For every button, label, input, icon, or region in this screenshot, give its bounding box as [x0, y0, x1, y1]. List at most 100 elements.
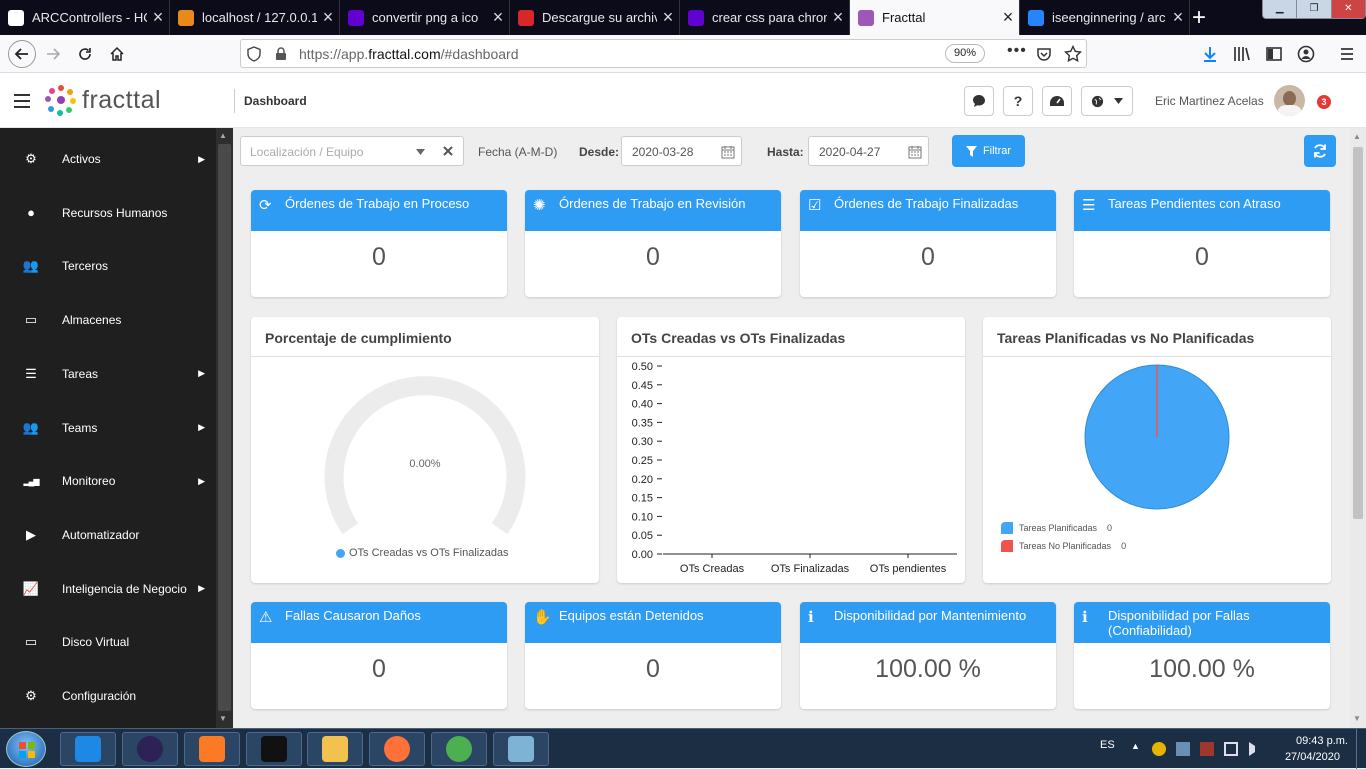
- taskbar-app[interactable]: [122, 732, 178, 766]
- browser-tab[interactable]: ARCControllers - HOME×: [0, 0, 170, 35]
- maximize-icon[interactable]: ❐: [1296, 0, 1330, 18]
- browser-tab[interactable]: iseenginnering / arc ×: [1020, 0, 1190, 35]
- tray-expand-icon[interactable]: ▲: [1131, 741, 1140, 751]
- sidebar-item[interactable]: ● Recursos Humanos: [0, 186, 215, 240]
- browser-tab[interactable]: convertir png a ico ×: [340, 0, 510, 35]
- page-scroll-thumb[interactable]: [1353, 147, 1363, 519]
- browser-tab[interactable]: Descargue su archivo ×: [510, 0, 680, 35]
- hamburger-icon[interactable]: [13, 93, 31, 109]
- taskbar-app[interactable]: [369, 732, 425, 766]
- back-button[interactable]: [8, 40, 36, 68]
- filter-button[interactable]: Filtrar: [952, 135, 1025, 167]
- pie-legend-item[interactable]: Tareas No Planificadas 0: [1001, 537, 1126, 555]
- gauge-legend: OTs Creadas vs OTs Finalizadas: [336, 547, 509, 559]
- taskbar-app[interactable]: [431, 732, 487, 766]
- taskbar-app[interactable]: [184, 732, 240, 766]
- library-icon[interactable]: [1233, 45, 1251, 63]
- clock-date[interactable]: 27/04/2020: [1278, 751, 1340, 763]
- avatar[interactable]: [1274, 85, 1305, 116]
- sidebar-item-label: Disco Virtual: [62, 635, 130, 650]
- pocket-icon[interactable]: [1036, 46, 1052, 62]
- sidebar-scroll-thumb[interactable]: [218, 144, 231, 711]
- to-date-input[interactable]: 2020-04-27: [808, 136, 929, 166]
- speedometer-icon: [1050, 96, 1064, 106]
- list-icon: ☰: [25, 365, 37, 381]
- browser-tab[interactable]: crear css para chrom ×: [680, 0, 850, 35]
- sidebar-item[interactable]: 👥 Teams ▶: [0, 401, 215, 455]
- paint-icon: [508, 736, 534, 762]
- taskbar-app[interactable]: [246, 732, 302, 766]
- taskbar-app[interactable]: [60, 732, 116, 766]
- calendar-icon[interactable]: [908, 145, 922, 159]
- start-button[interactable]: [6, 731, 46, 767]
- refresh-button[interactable]: [1304, 135, 1336, 167]
- close-window-icon[interactable]: ✕: [1330, 0, 1365, 18]
- close-tab-icon[interactable]: ×: [657, 7, 679, 28]
- url-bar[interactable]: https://app.fracttal.com/#dashboard 90% …: [240, 39, 1087, 68]
- browser-tab[interactable]: Fracttal ×: [850, 0, 1020, 35]
- show-desktop-button[interactable]: [1356, 729, 1366, 769]
- pie-legend-item[interactable]: Tareas Planificadas 0: [1001, 519, 1126, 537]
- close-tab-icon[interactable]: ×: [827, 7, 849, 28]
- dashboard-button[interactable]: [1042, 86, 1072, 116]
- inbox-icon: ▭: [24, 312, 38, 328]
- clear-icon[interactable]: [443, 146, 453, 156]
- browser-tab[interactable]: localhost / 127.0.0.1 ×: [170, 0, 340, 35]
- download-icon[interactable]: [1201, 45, 1219, 63]
- scroll-up-icon[interactable]: ▲: [1353, 132, 1361, 141]
- close-tab-icon[interactable]: ×: [147, 7, 169, 28]
- sidebar-item[interactable]: 👥 Terceros: [0, 239, 215, 293]
- kpi-card: ☰ Tareas Pendientes con Atraso 0: [1074, 190, 1330, 297]
- notification-badge[interactable]: 3: [1317, 95, 1331, 109]
- tray-network-icon[interactable]: [1176, 742, 1190, 756]
- scroll-up-icon[interactable]: ▲: [219, 131, 227, 140]
- scroll-down-icon[interactable]: ▼: [1353, 714, 1361, 723]
- sidebar-item[interactable]: ▭ Almacenes: [0, 293, 215, 347]
- sidebar-item[interactable]: ▶ Automatizador: [0, 508, 215, 562]
- sidebar-toggle-icon[interactable]: [1265, 45, 1283, 63]
- page-scrollbar[interactable]: ▲ ▼: [1350, 128, 1366, 728]
- sidebar-scrollbar[interactable]: ▲ ▼: [216, 128, 233, 728]
- dashboard-main: Localización / Equipo Fecha (A-M-D) Desd…: [233, 128, 1350, 728]
- scroll-down-icon[interactable]: ▼: [219, 714, 227, 723]
- close-tab-icon[interactable]: ×: [487, 7, 509, 28]
- page-actions-icon[interactable]: •••: [1007, 42, 1027, 60]
- language-button[interactable]: [1081, 86, 1133, 116]
- sidebar-item[interactable]: ☰ Tareas ▶: [0, 347, 215, 401]
- kpi-card-title: Disponibilidad por Mantenimiento: [834, 608, 1027, 623]
- calendar-icon[interactable]: [721, 145, 735, 159]
- reload-button[interactable]: [72, 41, 98, 67]
- menu-icon[interactable]: [1338, 45, 1356, 63]
- chat-button[interactable]: [964, 86, 994, 116]
- language-indicator[interactable]: ES: [1100, 739, 1115, 751]
- gear-icon: ⚙: [25, 688, 37, 703]
- from-date-input[interactable]: 2020-03-28: [621, 136, 742, 166]
- kpi-card-header: ☰ Tareas Pendientes con Atraso: [1074, 190, 1330, 231]
- caret-down-icon[interactable]: [416, 149, 425, 155]
- sidebar-item[interactable]: ▂▄▆ Monitoreo ▶: [0, 454, 215, 508]
- new-tab-button[interactable]: +: [1192, 4, 1206, 32]
- bookmark-star-icon[interactable]: [1064, 45, 1082, 63]
- zoom-indicator[interactable]: 90%: [945, 44, 985, 63]
- taskbar-app[interactable]: [307, 732, 363, 766]
- home-button[interactable]: [104, 41, 130, 67]
- help-button[interactable]: ?: [1003, 86, 1033, 116]
- tray-display-icon[interactable]: [1224, 742, 1238, 756]
- tray-app-icon[interactable]: [1152, 742, 1166, 756]
- clock-time[interactable]: 09:43 p.m.: [1278, 735, 1348, 747]
- location-placeholder: Localización / Equipo: [250, 145, 364, 159]
- sidebar-item[interactable]: 📈 Inteligencia de Negocio ▶: [0, 562, 215, 616]
- close-tab-icon[interactable]: ×: [997, 7, 1019, 28]
- close-tab-icon[interactable]: ×: [317, 7, 339, 28]
- minimize-icon[interactable]: ▁: [1263, 0, 1296, 18]
- sidebar-item[interactable]: ⚙ Configuración: [0, 669, 215, 723]
- sidebar-item[interactable]: ⚙ Activos ▶: [0, 132, 215, 186]
- tray-flag-icon[interactable]: [1200, 742, 1214, 756]
- sidebar-item[interactable]: ▭ Disco Virtual: [0, 615, 215, 669]
- account-icon[interactable]: [1297, 45, 1315, 63]
- location-select[interactable]: Localización / Equipo: [240, 136, 464, 166]
- forward-button[interactable]: [40, 41, 66, 67]
- tray-volume-icon[interactable]: [1249, 742, 1263, 756]
- taskbar-app[interactable]: [493, 732, 549, 766]
- close-tab-icon[interactable]: ×: [1167, 7, 1189, 28]
